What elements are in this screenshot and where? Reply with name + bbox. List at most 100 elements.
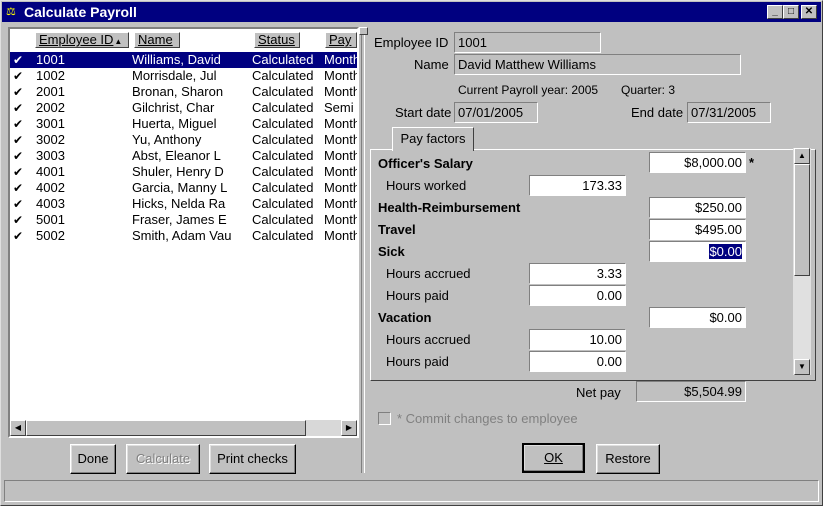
sick-hours-accrued-field[interactable]: 3.33 bbox=[529, 263, 626, 284]
vacation-hours-paid-label: Hours paid bbox=[386, 354, 449, 369]
column-header-status[interactable]: Status bbox=[254, 32, 300, 48]
cell-status: Calculated bbox=[252, 68, 314, 83]
horizontal-scrollbar[interactable]: ◀ ▶ bbox=[10, 420, 357, 436]
splitter-handle[interactable] bbox=[359, 27, 368, 35]
vertical-scroll-thumb[interactable] bbox=[794, 164, 810, 276]
health-reimbursement-label: Health-Reimbursement bbox=[378, 200, 521, 215]
vacation-field[interactable]: $0.00 bbox=[649, 307, 746, 328]
cell-status: Calculated bbox=[252, 52, 314, 67]
vertical-scrollbar[interactable]: ▲ ▼ bbox=[793, 148, 811, 375]
checkmark-icon: ✔ bbox=[13, 229, 24, 243]
checkmark-icon: ✔ bbox=[13, 197, 24, 211]
column-header-name[interactable]: Name bbox=[134, 32, 180, 48]
health-reimbursement-field[interactable]: $250.00 bbox=[649, 197, 746, 218]
column-header-employee-id[interactable]: Employee ID▲ bbox=[35, 32, 129, 48]
cell-status: Calculated bbox=[252, 228, 314, 243]
net-pay-label: Net pay bbox=[576, 385, 621, 400]
cell-pay: Month bbox=[324, 148, 357, 163]
vacation-hours-accrued-field[interactable]: 10.00 bbox=[529, 329, 626, 350]
cell-name: Shuler, Henry D bbox=[132, 164, 224, 179]
ok-button[interactable]: OK bbox=[522, 443, 585, 473]
checkmark-icon: ✔ bbox=[13, 213, 24, 227]
cell-name: Fraser, James E bbox=[132, 212, 227, 227]
cell-pay: Month bbox=[324, 116, 357, 131]
cell-employee-id: 2001 bbox=[36, 84, 65, 99]
table-row[interactable]: ✔ 2002 Gilchrist, Char Calculated Semi bbox=[10, 100, 357, 116]
table-row[interactable]: ✔ 3003 Abst, Eleanor L Calculated Month bbox=[10, 148, 357, 164]
scroll-right-arrow-icon[interactable]: ▶ bbox=[341, 420, 357, 436]
table-row[interactable]: ✔ 3001 Huerta, Miguel Calculated Month bbox=[10, 116, 357, 132]
payroll-year-text: Current Payroll year: 2005 bbox=[458, 83, 599, 97]
cell-pay: Semi bbox=[324, 100, 354, 115]
table-row[interactable]: ✔ 3002 Yu, Anthony Calculated Month bbox=[10, 132, 357, 148]
sick-hours-paid-field[interactable]: 0.00 bbox=[529, 285, 626, 306]
sick-label: Sick bbox=[378, 244, 405, 259]
officers-salary-field[interactable]: $8,000.00 bbox=[649, 152, 746, 173]
column-header-pay[interactable]: Pay bbox=[325, 32, 357, 48]
cell-pay: Month bbox=[324, 68, 357, 83]
cell-employee-id: 5001 bbox=[36, 212, 65, 227]
checkmark-icon: ✔ bbox=[13, 117, 24, 131]
checkmark-icon: ✔ bbox=[13, 181, 24, 195]
table-row[interactable]: ✔ 5002 Smith, Adam Vau Calculated Month bbox=[10, 228, 357, 244]
hours-worked-field[interactable]: 173.33 bbox=[529, 175, 626, 196]
hours-worked-label: Hours worked bbox=[386, 178, 467, 193]
cell-employee-id: 4003 bbox=[36, 196, 65, 211]
cell-status: Calculated bbox=[252, 132, 314, 147]
cell-employee-id: 3002 bbox=[36, 132, 65, 147]
table-row[interactable]: ✔ 2001 Bronan, Sharon Calculated Month bbox=[10, 84, 357, 100]
quarter-text: Quarter: 3 bbox=[621, 83, 676, 97]
cell-status: Calculated bbox=[252, 212, 314, 227]
vacation-hours-paid-field[interactable]: 0.00 bbox=[529, 351, 626, 372]
restore-button[interactable]: Restore bbox=[596, 444, 660, 474]
cell-employee-id: 1002 bbox=[36, 68, 65, 83]
ok-button-label: OK bbox=[544, 450, 563, 465]
vacation-label: Vacation bbox=[378, 310, 432, 325]
scroll-thumb[interactable] bbox=[26, 420, 306, 436]
checkmark-icon: ✔ bbox=[13, 85, 24, 99]
sick-hours-accrued-label: Hours accrued bbox=[386, 266, 471, 281]
scroll-up-arrow-icon[interactable]: ▲ bbox=[794, 148, 810, 164]
scroll-left-arrow-icon[interactable]: ◀ bbox=[10, 420, 26, 436]
cell-pay: Month bbox=[324, 164, 357, 179]
cell-status: Calculated bbox=[252, 116, 314, 131]
table-row[interactable]: ✔ 5001 Fraser, James E Calculated Month bbox=[10, 212, 357, 228]
cell-name: Smith, Adam Vau bbox=[132, 228, 232, 243]
calculate-button[interactable]: Calculate bbox=[126, 444, 200, 474]
cell-employee-id: 1001 bbox=[36, 52, 65, 67]
minimize-button[interactable]: _ bbox=[767, 5, 783, 19]
cell-pay: Month bbox=[324, 196, 357, 211]
commit-changes-checkbox[interactable] bbox=[378, 412, 391, 425]
title-bar[interactable]: ⚖ Calculate Payroll _ □ ✕ bbox=[2, 2, 821, 22]
travel-field[interactable]: $495.00 bbox=[649, 219, 746, 240]
scroll-down-arrow-icon[interactable]: ▼ bbox=[794, 359, 810, 375]
table-row[interactable]: ✔ 1002 Morrisdale, Jul Calculated Month bbox=[10, 68, 357, 84]
name-field: David Matthew Williams bbox=[454, 54, 741, 75]
vacation-hours-accrued-label: Hours accrued bbox=[386, 332, 471, 347]
sick-field[interactable]: $0.00 bbox=[649, 241, 746, 262]
net-pay-field: $5,504.99 bbox=[636, 381, 746, 402]
close-button[interactable]: ✕ bbox=[801, 5, 817, 19]
employee-list[interactable]: Employee ID▲ Name Status Pay ✔ 1001 Willia… bbox=[8, 27, 359, 438]
checkmark-icon: ✔ bbox=[13, 69, 24, 83]
changed-marker: * bbox=[749, 155, 755, 170]
cell-name: Bronan, Sharon bbox=[132, 84, 224, 99]
cell-pay: Month bbox=[324, 84, 357, 99]
tab-pay-factors[interactable]: Pay factors bbox=[392, 127, 474, 151]
checkmark-icon: ✔ bbox=[13, 53, 24, 67]
pane-splitter[interactable] bbox=[361, 27, 365, 473]
table-row[interactable]: ✔ 4001 Shuler, Henry D Calculated Month bbox=[10, 164, 357, 180]
cell-employee-id: 3003 bbox=[36, 148, 65, 163]
table-row[interactable]: ✔ 1001 Williams, David Calculated Month bbox=[10, 52, 357, 68]
print-checks-button[interactable]: Print checks bbox=[209, 444, 296, 474]
officers-salary-label: Officer's Salary bbox=[378, 156, 473, 171]
table-row[interactable]: ✔ 4002 Garcia, Manny L Calculated Month bbox=[10, 180, 357, 196]
employee-id-field: 1001 bbox=[454, 32, 601, 53]
maximize-button[interactable]: □ bbox=[783, 5, 799, 19]
done-button[interactable]: Done bbox=[70, 444, 116, 474]
cell-employee-id: 3001 bbox=[36, 116, 65, 131]
table-row[interactable]: ✔ 4003 Hicks, Nelda Ra Calculated Month bbox=[10, 196, 357, 212]
name-label: Name bbox=[414, 57, 449, 72]
cell-employee-id: 4002 bbox=[36, 180, 65, 195]
sick-hours-paid-label: Hours paid bbox=[386, 288, 449, 303]
